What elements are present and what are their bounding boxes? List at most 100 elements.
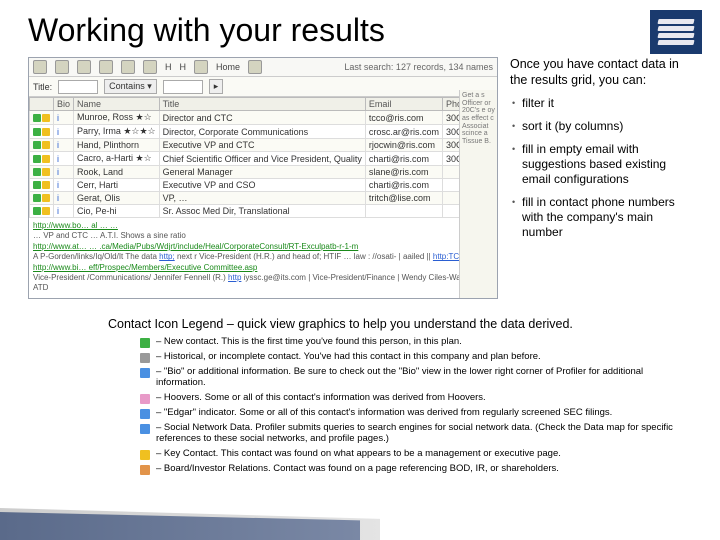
legend-icon [140, 409, 150, 419]
title-cell: Executive VP and CTC [159, 139, 365, 152]
legend-icon [140, 450, 150, 460]
legend-icon [140, 338, 150, 348]
table-row[interactable]: iGerat, OlisVP, …tritch@lise.com [30, 192, 499, 205]
slide-title: Working with your results [28, 12, 692, 49]
bio-cell[interactable]: i [54, 205, 74, 218]
snippet: http://www.bo… al … …… VP and CTC … A.T.… [33, 221, 493, 242]
legend-icon [140, 368, 150, 378]
bio-cell[interactable]: i [54, 125, 74, 139]
side-intro: Once you have contact data in the result… [510, 57, 696, 88]
row-icons-cell [30, 192, 54, 205]
table-row[interactable]: iCerr, HartiExecutive VP and CSOcharti@r… [30, 179, 499, 192]
side-bullet: filter it [510, 96, 696, 111]
name-cell: Cerr, Harti [74, 179, 160, 192]
contains-button[interactable]: Contains ▾ [104, 79, 157, 94]
email-cell: charti@ris.com [365, 179, 442, 192]
legend-icon [140, 424, 150, 434]
title-cell: Executive VP and CSO [159, 179, 365, 192]
grid-header[interactable]: Email [365, 98, 442, 111]
name-cell: Cio, Pe-hi [74, 205, 160, 218]
filter-input[interactable] [58, 80, 98, 94]
filter-row: Title: Contains ▾ ▸ [29, 77, 497, 97]
legend-title: Contact Icon Legend – quick view graphic… [108, 317, 692, 331]
title-cell: General Manager [159, 166, 365, 179]
grid-header[interactable]: Title [159, 98, 365, 111]
email-cell: slane@ris.com [365, 166, 442, 179]
name-cell: Hand, Plinthorn [74, 139, 160, 152]
legend-icon [140, 394, 150, 404]
title-cell: VP, … [159, 192, 365, 205]
results-grid: BioNameTitleEmailPhone iMunroe, Ross ★☆D… [29, 97, 498, 218]
title-cell: Sr. Assoc Med Dir, Translational [159, 205, 365, 218]
bio-cell[interactable]: i [54, 166, 74, 179]
bio-cell[interactable]: i [54, 179, 74, 192]
legend-item: – Historical, or incomplete contact. You… [140, 352, 692, 363]
legend-text: – "Bio" or additional information. Be su… [156, 367, 692, 389]
side-bullet: fill in contact phone numbers with the c… [510, 195, 696, 240]
bio-cell[interactable]: i [54, 139, 74, 152]
row-icons-cell [30, 139, 54, 152]
toolbar-icon[interactable] [248, 60, 262, 74]
side-text: Once you have contact data in the result… [510, 57, 696, 299]
legend: Contact Icon Legend – quick view graphic… [28, 317, 692, 475]
legend-text: – New contact. This is the first time yo… [156, 337, 692, 348]
email-cell: tritch@lise.com [365, 192, 442, 205]
toolbar-label: H [180, 62, 187, 72]
row-icons-cell [30, 111, 54, 125]
name-cell: Munroe, Ross ★☆ [74, 111, 160, 125]
legend-text: – "Edgar" indicator. Some or all of this… [156, 408, 692, 419]
filter-label: Title: [33, 82, 52, 92]
email-cell: charti@ris.com [365, 152, 442, 166]
email-cell: rjocwin@ris.com [365, 139, 442, 152]
table-row[interactable]: iHand, PlinthornExecutive VP and CTCrjoc… [30, 139, 499, 152]
toolbar-icon[interactable] [33, 60, 47, 74]
email-cell [365, 205, 442, 218]
company-logo [650, 10, 702, 54]
toolbar-icon[interactable] [55, 60, 69, 74]
go-button[interactable]: ▸ [209, 79, 224, 94]
filter-value-input[interactable] [163, 80, 203, 94]
bio-cell[interactable]: i [54, 152, 74, 166]
bio-cell[interactable]: i [54, 192, 74, 205]
toolbar-label: H [165, 62, 172, 72]
toolbar-icon[interactable] [99, 60, 113, 74]
legend-text: – Social Network Data. Profiler submits … [156, 423, 692, 445]
legend-text: – Historical, or incomplete contact. You… [156, 352, 692, 363]
bio-cell[interactable]: i [54, 111, 74, 125]
grid-header[interactable]: Name [74, 98, 160, 111]
toolbar-icon[interactable] [121, 60, 135, 74]
table-row[interactable]: iMunroe, Ross ★☆Director and CTCtcco@ris… [30, 111, 499, 125]
table-row[interactable]: iCacro, a-Harti ★☆Chief Scientific Offic… [30, 152, 499, 166]
legend-item: – "Edgar" indicator. Some or all of this… [140, 408, 692, 419]
email-cell: crosc.ar@ris.com [365, 125, 442, 139]
app-screenshot: H H Home Last search: 127 records, 134 n… [28, 57, 498, 299]
title-cell: Chief Scientific Officer and Vice Presid… [159, 152, 365, 166]
grid-header[interactable] [30, 98, 54, 111]
side-bullet: sort it (by columns) [510, 119, 696, 134]
row-icons-cell [30, 205, 54, 218]
table-row[interactable]: iRook, LandGeneral Managerslane@ris.com [30, 166, 499, 179]
table-row[interactable]: iCio, Pe-hiSr. Assoc Med Dir, Translatio… [30, 205, 499, 218]
toolbar-icon[interactable] [77, 60, 91, 74]
grid-header-row: BioNameTitleEmailPhone [30, 98, 499, 111]
table-row[interactable]: iParry, Irma ★☆★☆Director, Corporate Com… [30, 125, 499, 139]
snippet-panel: http://www.bo… al … …… VP and CTC … A.T.… [29, 218, 497, 297]
grid-header[interactable]: Bio [54, 98, 74, 111]
legend-text: – Key Contact. This contact was found on… [156, 449, 692, 460]
toolbar-label: Home [216, 62, 240, 72]
legend-icon [140, 465, 150, 475]
legend-item: – Key Contact. This contact was found on… [140, 449, 692, 460]
name-cell: Parry, Irma ★☆★☆ [74, 125, 160, 139]
name-cell: Cacro, a-Harti ★☆ [74, 152, 160, 166]
toolbar-icon[interactable] [194, 60, 208, 74]
row-icons-cell [30, 152, 54, 166]
toolbar-icon[interactable] [143, 60, 157, 74]
bio-sidepanel: Get a s Officer or 20C's e oy as effect … [459, 90, 497, 298]
email-cell: tcco@ris.com [365, 111, 442, 125]
side-bullet: fill in empty email with suggestions bas… [510, 142, 696, 187]
legend-item: – Board/Investor Relations. Contact was … [140, 464, 692, 475]
legend-item: – New contact. This is the first time yo… [140, 337, 692, 348]
legend-item: – "Bio" or additional information. Be su… [140, 367, 692, 389]
toolbar: H H Home Last search: 127 records, 134 n… [29, 58, 497, 77]
snippet: http://www.at… … .ca/Media/Pubs/Wdjrt/in… [33, 242, 493, 263]
